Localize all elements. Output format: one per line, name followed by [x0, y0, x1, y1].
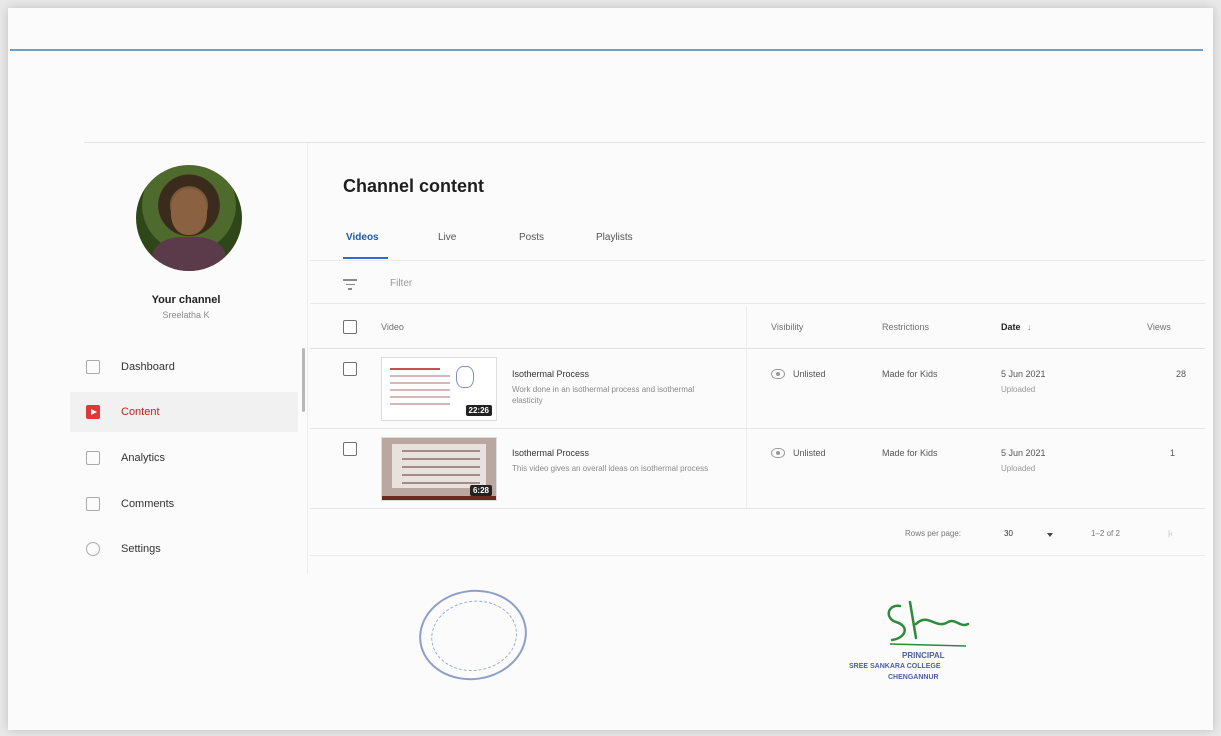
visibility-value: Unlisted — [793, 369, 826, 379]
sidebar-item-content[interactable]: Content — [70, 392, 298, 432]
restrictions-cell: Made for Kids — [882, 369, 938, 379]
page-title: Channel content — [343, 176, 485, 196]
video-thumbnail[interactable]: 6:28 — [381, 437, 497, 501]
select-all-checkbox[interactable] — [343, 320, 357, 334]
video-title[interactable]: Isothermal Process — [512, 369, 589, 379]
visibility-cell[interactable]: Unlisted — [771, 448, 826, 458]
rows-per-page-select[interactable]: 30 — [1004, 529, 1013, 538]
row-divider — [310, 428, 1205, 429]
eye-icon — [771, 448, 785, 458]
avatar-face — [171, 189, 207, 235]
content-play-icon — [86, 405, 100, 419]
gear-icon — [86, 542, 100, 556]
date-cell: 5 Jun 2021 — [1001, 448, 1046, 458]
thumbnail-logo — [456, 366, 474, 388]
avatar-shoulders — [152, 237, 226, 271]
date-cell: 5 Jun 2021 — [1001, 369, 1046, 379]
thumbnail-slide — [392, 444, 486, 488]
channel-owner-name: Sreelatha K — [162, 310, 210, 320]
video-description: Work done in an isothermal process and i… — [512, 385, 695, 405]
top-divider — [10, 49, 1203, 51]
filter-icon[interactable] — [343, 279, 357, 291]
visibility-value: Unlisted — [793, 448, 826, 458]
sidebar-item-settings[interactable]: Settings — [70, 529, 298, 569]
sidebar-item-label: Comments — [121, 498, 175, 510]
channel-title[interactable]: Your channel — [70, 294, 302, 306]
eye-icon — [771, 369, 785, 379]
chevron-down-icon[interactable] — [1047, 533, 1053, 537]
sidebar-item-label: Settings — [121, 543, 161, 555]
table-header-divider — [310, 348, 1205, 349]
sidebar-scrollbar[interactable] — [302, 348, 305, 412]
video-title[interactable]: Isothermal Process — [512, 448, 589, 458]
column-separator — [746, 306, 747, 508]
column-header-date-label: Date — [1001, 322, 1021, 332]
sidebar-item-label: Analytics — [121, 452, 166, 464]
filter-divider — [310, 303, 1205, 304]
tab-playlists[interactable]: Playlists — [596, 232, 633, 243]
first-page-icon[interactable]: |‹ — [1168, 529, 1173, 538]
visibility-cell[interactable]: Unlisted — [771, 369, 826, 379]
signatory-title: PRINCIPAL — [902, 651, 945, 660]
restrictions-cell: Made for Kids — [882, 448, 938, 458]
filter-input[interactable]: Filter — [390, 278, 412, 289]
column-header-views[interactable]: Views — [1147, 322, 1171, 332]
active-tab-indicator — [343, 257, 388, 259]
sidebar-item-analytics[interactable]: Analytics — [70, 438, 298, 478]
sidebar-item-label: Content — [121, 406, 160, 418]
analytics-icon — [86, 451, 100, 465]
row-divider — [310, 508, 1205, 509]
tab-live[interactable]: Live — [438, 232, 456, 243]
pagination-range: 1–2 of 2 — [1091, 529, 1120, 538]
date-status: Uploaded — [1001, 385, 1036, 394]
thumbnail-progress-bar — [382, 496, 496, 500]
tabs-divider — [310, 260, 1205, 261]
signatory-college: SREE SANKARA COLLEGE — [849, 663, 941, 670]
column-header-video: Video — [381, 322, 404, 332]
tab-posts[interactable]: Posts — [519, 232, 544, 243]
row-checkbox[interactable] — [343, 442, 357, 456]
row-checkbox[interactable] — [343, 362, 357, 376]
principal-signature — [887, 600, 970, 647]
column-header-visibility[interactable]: Visibility — [771, 322, 803, 332]
column-header-restrictions[interactable]: Restrictions — [882, 322, 929, 332]
sort-down-arrow-icon: ↓ — [1027, 322, 1032, 332]
sidebar: Your channel Sreelatha K Dashboard Conte… — [70, 143, 305, 573]
dashboard-icon — [86, 360, 100, 374]
signatory-place: CHENGANNUR — [888, 674, 939, 681]
sidebar-divider — [307, 143, 308, 573]
rows-per-page-label: Rows per page: — [905, 529, 962, 538]
date-status: Uploaded — [1001, 464, 1036, 473]
sidebar-item-label: Dashboard — [121, 361, 175, 373]
comments-icon — [86, 497, 100, 511]
thumbnail-text-lines — [390, 368, 450, 410]
table-bottom-divider — [310, 555, 1205, 556]
sidebar-item-comments[interactable]: Comments — [70, 484, 298, 524]
avatar[interactable] — [136, 165, 242, 271]
tab-videos[interactable]: Videos — [346, 232, 379, 243]
sidebar-item-dashboard[interactable]: Dashboard — [70, 347, 298, 387]
video-duration: 22:26 — [465, 405, 492, 416]
video-thumbnail[interactable]: 22:26 — [381, 357, 497, 421]
views-cell: 28 — [1176, 369, 1187, 379]
video-description: This video gives an overall ideas on iso… — [512, 464, 709, 473]
video-duration: 6:28 — [469, 485, 492, 496]
views-cell: 1 — [1170, 448, 1176, 458]
column-header-date[interactable]: Date ↓ — [1001, 322, 1032, 332]
